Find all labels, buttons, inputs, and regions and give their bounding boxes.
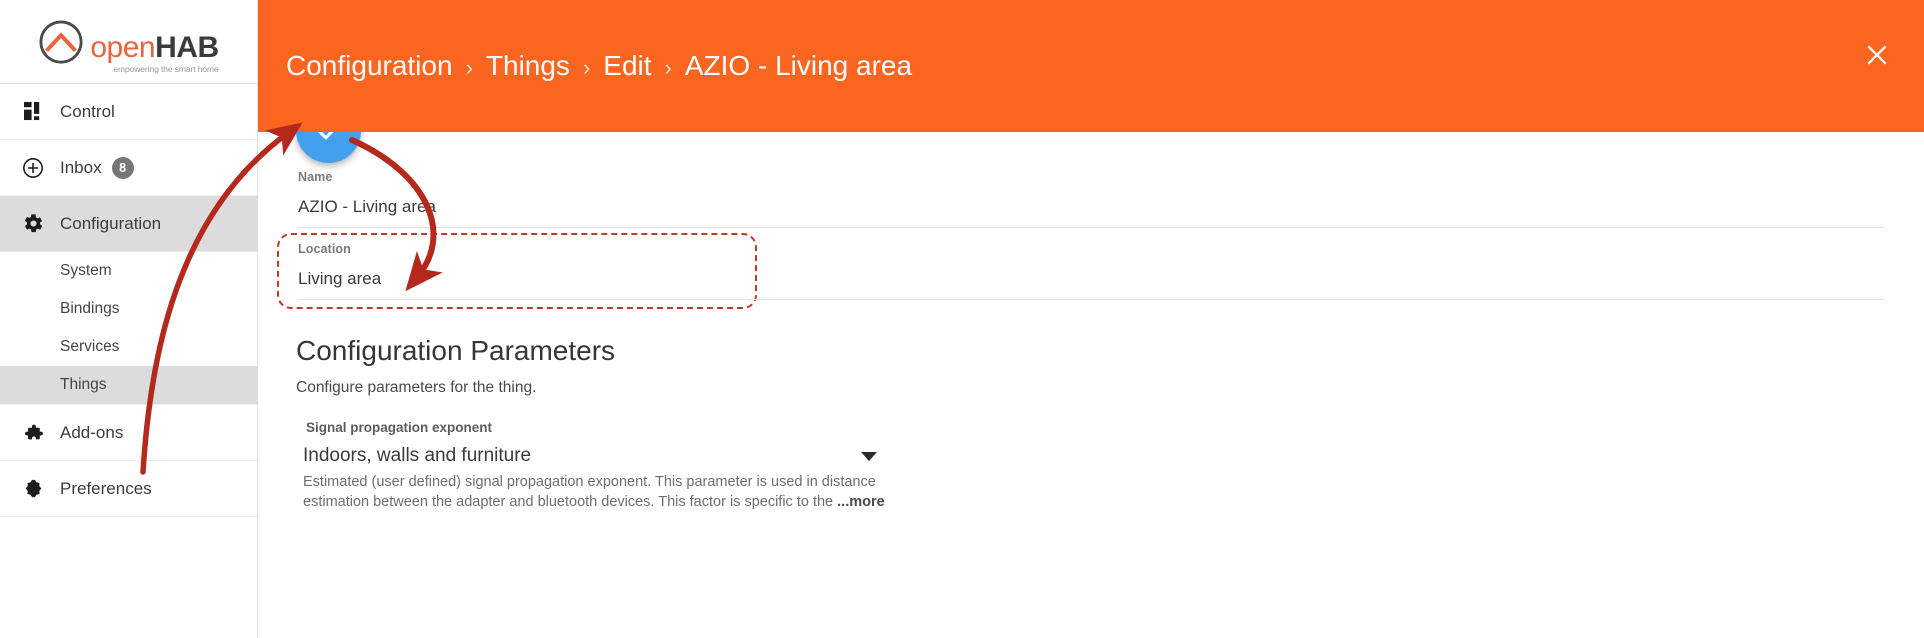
signal-propagation-exponent-select[interactable]: Indoors, walls and furniture bbox=[303, 445, 881, 467]
plus-circle-icon bbox=[20, 155, 46, 181]
brightness-icon bbox=[20, 476, 46, 502]
breadcrumb-separator-icon: › bbox=[582, 55, 591, 80]
page-header: Configuration › Things › Edit › AZIO - L… bbox=[258, 0, 1924, 132]
description-text: Estimated (user defined) signal propagat… bbox=[303, 474, 876, 510]
sidebar-subitem-label: Services bbox=[60, 338, 120, 355]
breadcrumb: Configuration › Things › Edit › AZIO - L… bbox=[286, 50, 912, 82]
sidebar-item-inbox[interactable]: Inbox 8 bbox=[0, 140, 257, 196]
inbox-count-badge: 8 bbox=[111, 156, 134, 179]
sidebar-item-label: Control bbox=[60, 101, 115, 121]
location-field[interactable]: Location Living area bbox=[298, 242, 1884, 300]
logo-text-open: open bbox=[90, 30, 156, 64]
more-link[interactable]: ...more bbox=[837, 494, 885, 510]
breadcrumb-separator-icon: › bbox=[664, 55, 672, 80]
save-fab-button[interactable] bbox=[296, 132, 361, 163]
select-value: Indoors, walls and furniture bbox=[303, 445, 532, 466]
breadcrumb-item-configuration[interactable]: Configuration bbox=[286, 50, 453, 82]
sidebar-item-preferences[interactable]: Preferences bbox=[0, 461, 257, 517]
location-field-value[interactable]: Living area bbox=[298, 256, 1884, 289]
brand-logo[interactable]: openHAB empowering the smart home bbox=[0, 0, 257, 84]
location-field-underline bbox=[298, 299, 1884, 300]
thing-edit-panel: Name AZIO - Living area Location Living … bbox=[258, 132, 1924, 638]
breadcrumb-item-things[interactable]: Things bbox=[486, 50, 570, 82]
sidebar-item-things[interactable]: Things bbox=[0, 366, 257, 404]
location-field-label: Location bbox=[298, 242, 351, 256]
name-field-underline bbox=[298, 227, 1884, 228]
sidebar-item-label: Inbox bbox=[60, 157, 102, 177]
sidebar-item-bindings[interactable]: Bindings bbox=[0, 290, 257, 328]
breadcrumb-separator-icon: › bbox=[465, 55, 473, 80]
sidebar-item-label: Configuration bbox=[60, 213, 162, 233]
sidebar-item-control[interactable]: Control bbox=[0, 84, 257, 140]
sidebar-subitem-label: Things bbox=[60, 376, 107, 393]
breadcrumb-item-edit[interactable]: Edit bbox=[603, 50, 651, 82]
sidebar-item-addons[interactable]: Add-ons bbox=[0, 405, 257, 461]
sidebar-item-services[interactable]: Services bbox=[0, 328, 257, 366]
configuration-parameters-subtitle: Configure parameters for the thing. bbox=[296, 379, 537, 396]
name-field[interactable]: Name AZIO - Living area bbox=[298, 170, 1884, 228]
logo-text-hab: HAB bbox=[155, 30, 219, 64]
gear-icon bbox=[20, 211, 46, 237]
sidebar-item-label: Add-ons bbox=[60, 422, 124, 442]
sidebar-subitem-label: System bbox=[60, 262, 112, 279]
sidebar-item-system[interactable]: System bbox=[0, 252, 257, 290]
sidebar-subitem-label: Bindings bbox=[60, 300, 120, 317]
chevron-down-icon[interactable] bbox=[861, 451, 877, 461]
signal-propagation-exponent-label: Signal propagation exponent bbox=[306, 420, 493, 435]
breadcrumb-item-thing-name: AZIO - Living area bbox=[684, 50, 913, 81]
openhab-logo-icon bbox=[39, 19, 83, 64]
close-icon[interactable] bbox=[1856, 34, 1898, 76]
logo-tagline: empowering the smart home bbox=[113, 63, 219, 74]
sidebar-item-configuration[interactable]: Configuration bbox=[0, 196, 257, 252]
check-icon bbox=[317, 132, 333, 139]
puzzle-piece-icon bbox=[20, 420, 46, 446]
signal-propagation-exponent-description: Estimated (user defined) signal propagat… bbox=[303, 472, 893, 512]
name-field-label: Name bbox=[298, 170, 333, 184]
sidebar-item-label: Preferences bbox=[60, 478, 152, 498]
configuration-parameters-title: Configuration Parameters bbox=[296, 335, 616, 366]
name-field-value[interactable]: AZIO - Living area bbox=[298, 184, 1884, 217]
openhab-paper-ui-window: openHAB empowering the smart home Contro… bbox=[0, 0, 1924, 638]
dashboard-grid-icon bbox=[20, 99, 46, 125]
sidebar-subgroup-configuration: System Bindings Services Things bbox=[0, 252, 257, 405]
sidebar: openHAB empowering the smart home Contro… bbox=[0, 0, 258, 638]
